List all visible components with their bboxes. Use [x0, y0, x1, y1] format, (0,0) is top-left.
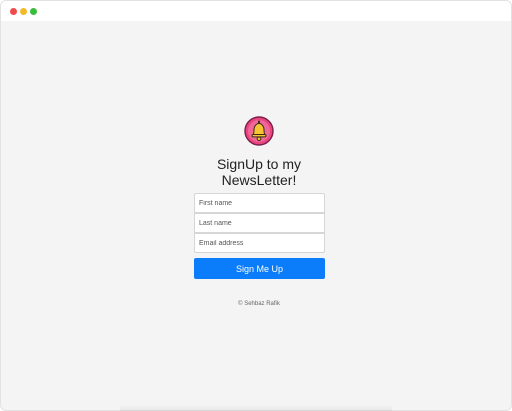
last-name-input[interactable]: [194, 213, 325, 233]
minimize-window-button[interactable]: [20, 8, 27, 15]
sign-me-up-button[interactable]: Sign Me Up: [194, 258, 325, 279]
bell-icon: [244, 116, 274, 146]
title-line-2: NewsLetter!: [221, 172, 297, 188]
maximize-window-button[interactable]: [30, 8, 37, 15]
page-content: SignUp to my NewsLetter! Sign Me Up © Se…: [1, 21, 511, 410]
page-title: SignUp to my NewsLetter!: [157, 156, 361, 188]
copyright-text: © Sehbaz Rafik: [238, 301, 280, 307]
browser-window: SignUp to my NewsLetter! Sign Me Up © Se…: [0, 0, 512, 411]
close-window-button[interactable]: [10, 8, 17, 15]
window-shadow: [120, 405, 392, 411]
email-input[interactable]: [194, 233, 325, 253]
first-name-input[interactable]: [194, 193, 325, 213]
title-bar: [1, 1, 511, 21]
title-line-1: SignUp to my: [216, 156, 302, 172]
